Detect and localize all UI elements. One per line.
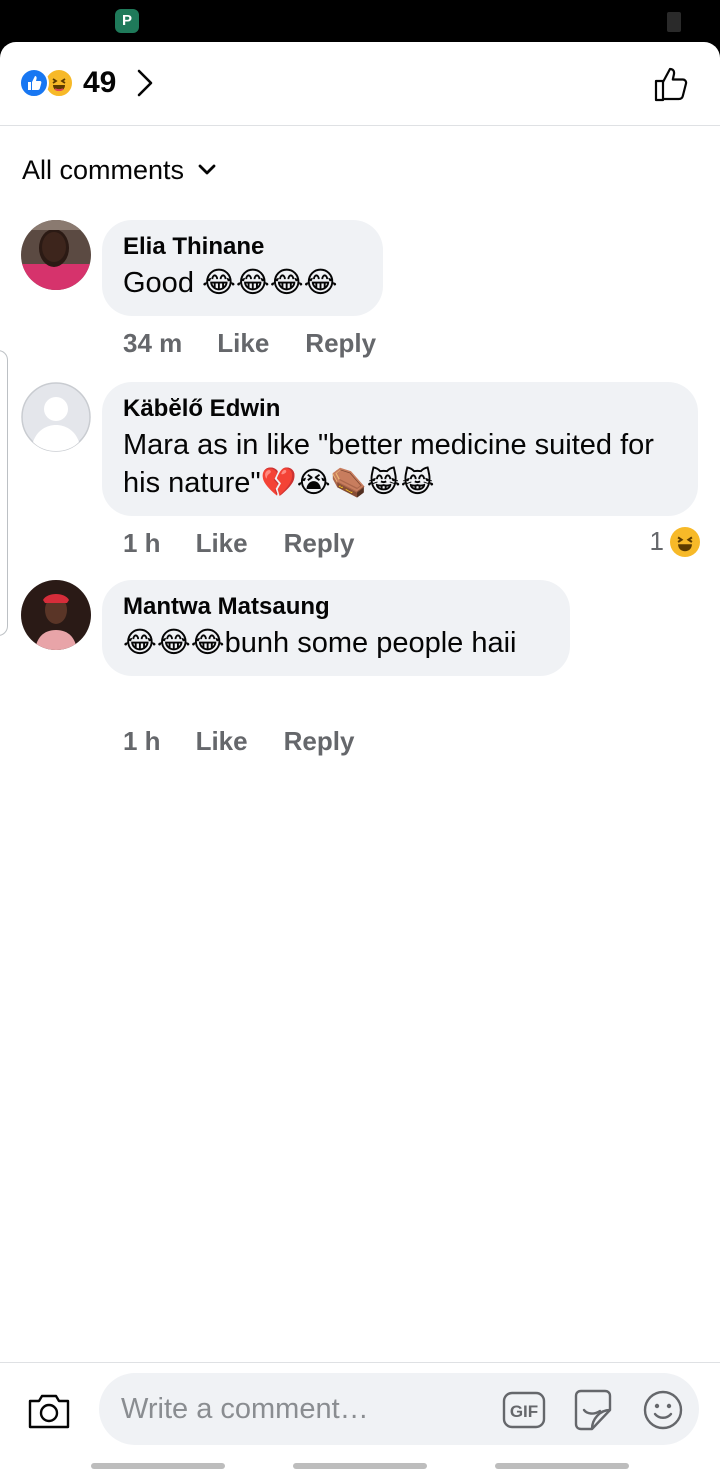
like-button[interactable]: Like	[196, 528, 248, 559]
svg-text:GIF: GIF	[510, 1402, 538, 1421]
comment-bubble[interactable]: Käbĕlő Edwin Mara as in like "better med…	[102, 382, 698, 516]
side-panel-handle[interactable]	[0, 350, 8, 636]
avatar[interactable]	[21, 220, 91, 290]
comment-text: 😂😂😂bunh some people haii	[123, 627, 517, 659]
comment-author[interactable]: Elia Thinane	[123, 232, 361, 262]
comment-composer: GIF	[0, 1362, 720, 1455]
comment-meta: 1 h Like Reply	[123, 726, 390, 757]
emoji-icon[interactable]	[641, 1389, 685, 1431]
comment-author[interactable]: Käbĕlő Edwin	[123, 394, 676, 424]
comment-text: Good 😂😂😂😂	[123, 267, 338, 299]
comment-time[interactable]: 1 h	[123, 726, 161, 757]
like-button[interactable]: Like	[217, 328, 269, 359]
app-notification-icon: P	[115, 9, 139, 33]
system-nav-bar	[0, 1455, 720, 1480]
comment-meta: 34 m Like Reply	[123, 328, 412, 359]
chevron-right-icon[interactable]	[134, 68, 156, 98]
comment-bubble[interactable]: Elia Thinane Good 😂😂😂😂	[102, 220, 383, 316]
gif-icon[interactable]: GIF	[502, 1390, 546, 1430]
reply-button[interactable]: Reply	[284, 726, 355, 757]
haha-icon	[670, 526, 700, 557]
status-bar: P	[0, 0, 720, 42]
chevron-down-icon	[198, 164, 216, 175]
comment-author[interactable]: Mantwa Matsaung	[123, 592, 548, 622]
reaction-count[interactable]: 49	[83, 66, 116, 100]
sticker-icon[interactable]	[570, 1388, 616, 1432]
nav-recents-pill[interactable]	[495, 1463, 629, 1469]
comment-filter-dropdown[interactable]: All comments	[22, 152, 216, 188]
avatar[interactable]	[21, 382, 91, 452]
nav-home-pill[interactable]	[293, 1463, 427, 1469]
reply-button[interactable]: Reply	[284, 528, 355, 559]
comment-meta: 1 h Like Reply	[123, 528, 390, 559]
avatar[interactable]	[21, 580, 91, 650]
nav-back-pill[interactable]	[91, 1463, 225, 1469]
reply-button[interactable]: Reply	[305, 328, 376, 359]
reactions-header[interactable]: 49	[0, 42, 720, 126]
like-reaction-icon	[19, 68, 49, 98]
comments-sheet: 49 All comments Elia Thinane Good 😂😂😂😂 3…	[0, 42, 720, 1480]
comment-time[interactable]: 1 h	[123, 528, 161, 559]
like-button[interactable]: Like	[196, 726, 248, 757]
battery-icon	[667, 12, 681, 32]
comment-time[interactable]: 34 m	[123, 328, 182, 359]
thumbs-up-icon[interactable]	[652, 64, 692, 104]
camera-icon[interactable]	[26, 1391, 72, 1431]
filter-label: All comments	[22, 154, 185, 185]
comment-bubble[interactable]: Mantwa Matsaung 😂😂😂bunh some people haii	[102, 580, 570, 676]
comment-text: Mara as in like "better medicine suited …	[123, 429, 662, 499]
comment-reaction-count: 1	[649, 526, 664, 556]
comment-reaction-summary[interactable]: 1	[650, 526, 700, 557]
